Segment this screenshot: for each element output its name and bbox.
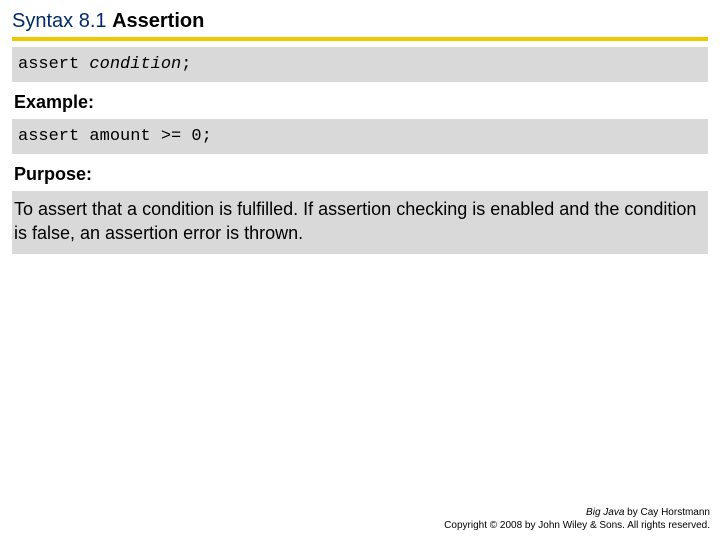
footer: Big Java by Cay Horstmann Copyright © 20… [444,506,710,532]
footer-copyright: Copyright © 2008 by John Wiley & Sons. A… [444,519,710,532]
purpose-block: To assert that a condition is fulfilled.… [12,191,708,254]
purpose-label: Purpose: [12,158,708,191]
syntax-block: assert condition; [12,47,708,82]
slide-title: Syntax 8.1 Assertion [12,10,708,33]
example-block: assert amount >= 0; [12,119,708,154]
purpose-text: To assert that a condition is fulfilled.… [14,199,696,243]
footer-book: Big Java [586,507,624,518]
example-label: Example: [12,86,708,119]
title-bar: Syntax 8.1 Assertion [12,10,708,41]
title-suffix: Assertion [112,10,204,32]
syntax-condition: condition [89,55,181,74]
title-prefix: Syntax 8.1 [12,10,107,32]
syntax-keyword: assert [18,55,89,74]
example-code: assert amount >= 0; [18,127,212,146]
footer-author: by Cay Horstmann [624,507,710,518]
footer-line1: Big Java by Cay Horstmann [444,506,710,519]
syntax-terminator: ; [181,55,191,74]
